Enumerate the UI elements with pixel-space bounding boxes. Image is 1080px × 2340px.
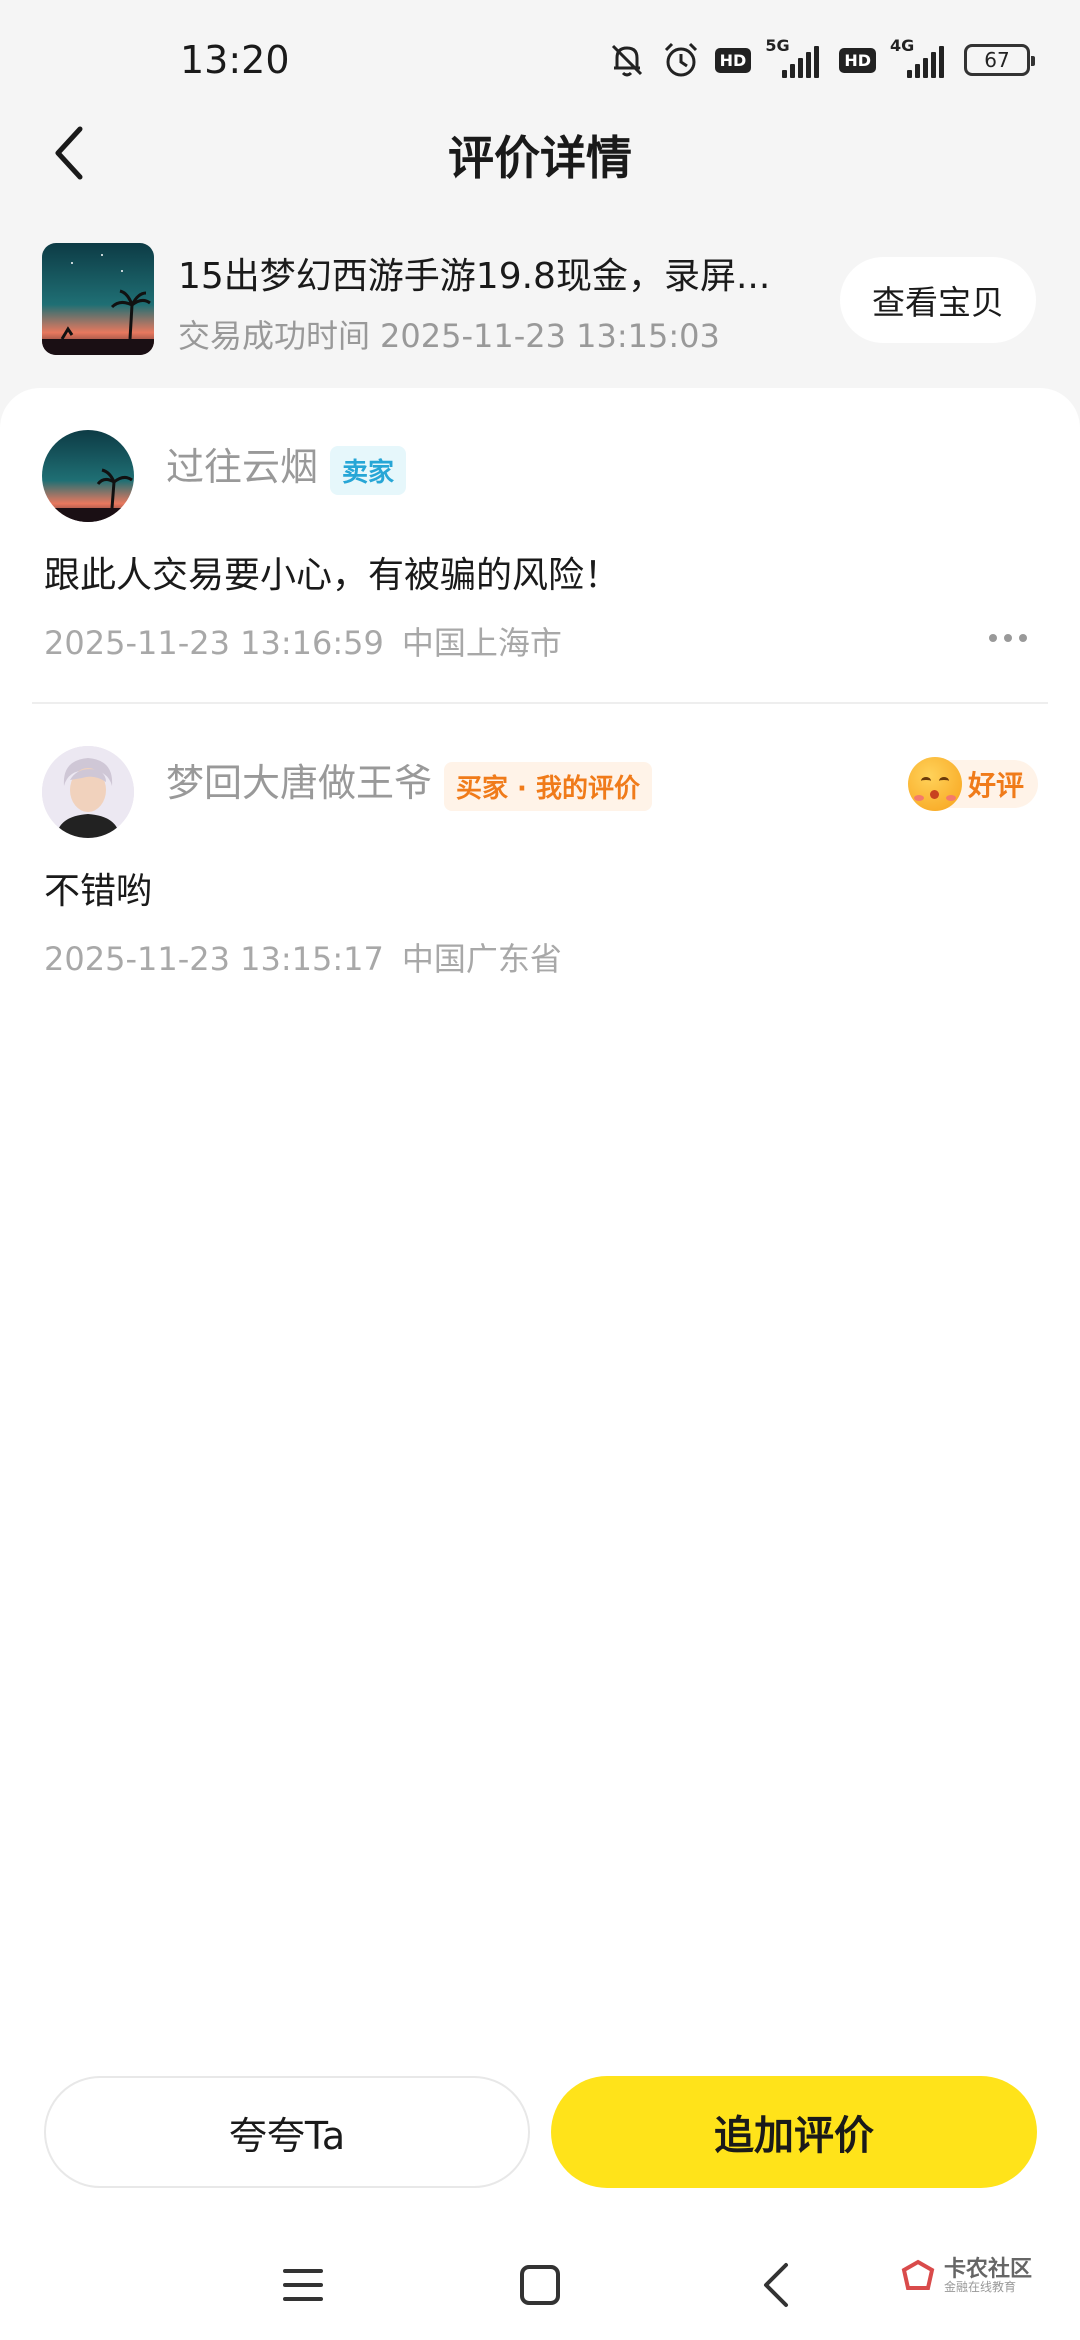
hd-badge-2: HD [839,47,876,73]
user-name[interactable]: 过往云烟 [166,436,318,491]
system-nav-bar: 卡农社区 金融在线教育 [0,2220,1080,2340]
alarm-icon [661,40,701,80]
item-trade-time: 交易成功时间 2025-11-23 13:15:03 [178,311,730,357]
system-back-button[interactable] [736,2250,816,2320]
battery-icon: 67 [964,44,1035,76]
header: 评价详情 [0,110,1080,200]
view-item-button[interactable]: 查看宝贝 [840,257,1036,343]
avatar[interactable] [42,746,134,838]
signal-4g-icon: 4G [890,36,950,78]
user-name[interactable]: 梦回大唐做王爷 [166,752,432,807]
avatar[interactable] [42,430,134,522]
review-location: 中国上海市 [401,624,562,662]
mute-bell-icon [607,40,647,80]
review-text: 跟此人交易要小心，有被骗的风险！ [44,555,621,596]
reviews-panel: 过往云烟 卖家 跟此人交易要小心，有被骗的风险！ 2025-11-23 13:1… [0,388,1080,2340]
status-icons: HD 5G HD 4G 67 [607,36,1035,82]
item-time-value: 2025-11-23 13:15:03 [380,317,720,355]
review-datetime: 2025-11-23 13:16:59 [44,624,384,662]
more-options-button[interactable] [978,618,1038,658]
review-meta: 2025-11-23 13:16:59 中国上海市 [44,618,580,664]
page-title: 评价详情 [448,131,632,185]
home-button[interactable] [500,2250,580,2320]
review-text: 不错哟 [44,871,153,912]
battery-level: 67 [984,48,1010,72]
menu-icon [283,2269,323,2301]
network-5g-label: 5G [765,36,790,55]
status-time: 13:20 [180,38,290,82]
menu-button[interactable] [263,2250,343,2320]
rating-label: 好评 [967,769,1024,802]
item-title[interactable]: 15出梦幻西游手游19.8现金，录屏... [178,247,798,299]
hd-badge-1: HD [714,47,752,73]
add-review-button[interactable]: 追加评价 [551,2076,1037,2188]
watermark-logo: 卡农社区 金融在线教育 [900,2258,1032,2294]
more-dot-icon [1004,634,1012,642]
item-time-label: 交易成功时间 [178,317,371,355]
more-dot-icon [989,634,997,642]
buyer-my-review-badge: 买家 · 我的评价 [444,762,652,811]
review-datetime: 2025-11-23 13:15:17 [44,940,384,978]
watermark-icon [901,2259,935,2290]
network-4g-label: 4G [890,36,915,55]
home-square-icon [520,2265,560,2305]
praise-button[interactable]: 夸夸Ta [44,2076,530,2188]
watermark-main: 卡农社区 [944,2257,1033,2283]
review-item: 梦回大唐做王爷 买家 · 我的评价 好评 不错哟 2025-11-23 13:1… [0,704,1080,1024]
review-item: 过往云烟 卖家 跟此人交易要小心，有被骗的风险！ 2025-11-23 13:1… [0,388,1080,704]
item-card[interactable]: 15出梦幻西游手游19.8现金，录屏... 交易成功时间 2025-11-23 1… [0,235,1080,365]
status-bar: 13:20 HD 5G HD 4G 67 [0,0,1080,120]
good-rating-badge: 好评 [907,757,1038,811]
review-location: 中国广东省 [401,940,562,978]
smiley-face-icon [907,757,962,811]
seller-badge: 卖家 [330,446,407,495]
signal-5g-icon: 5G [765,36,825,78]
item-thumbnail[interactable] [42,243,154,355]
back-triangle-icon [764,2263,788,2307]
review-meta: 2025-11-23 13:15:17 中国广东省 [44,934,580,980]
more-dot-icon [1019,634,1027,642]
watermark-sub: 金融在线教育 [944,2280,1017,2295]
